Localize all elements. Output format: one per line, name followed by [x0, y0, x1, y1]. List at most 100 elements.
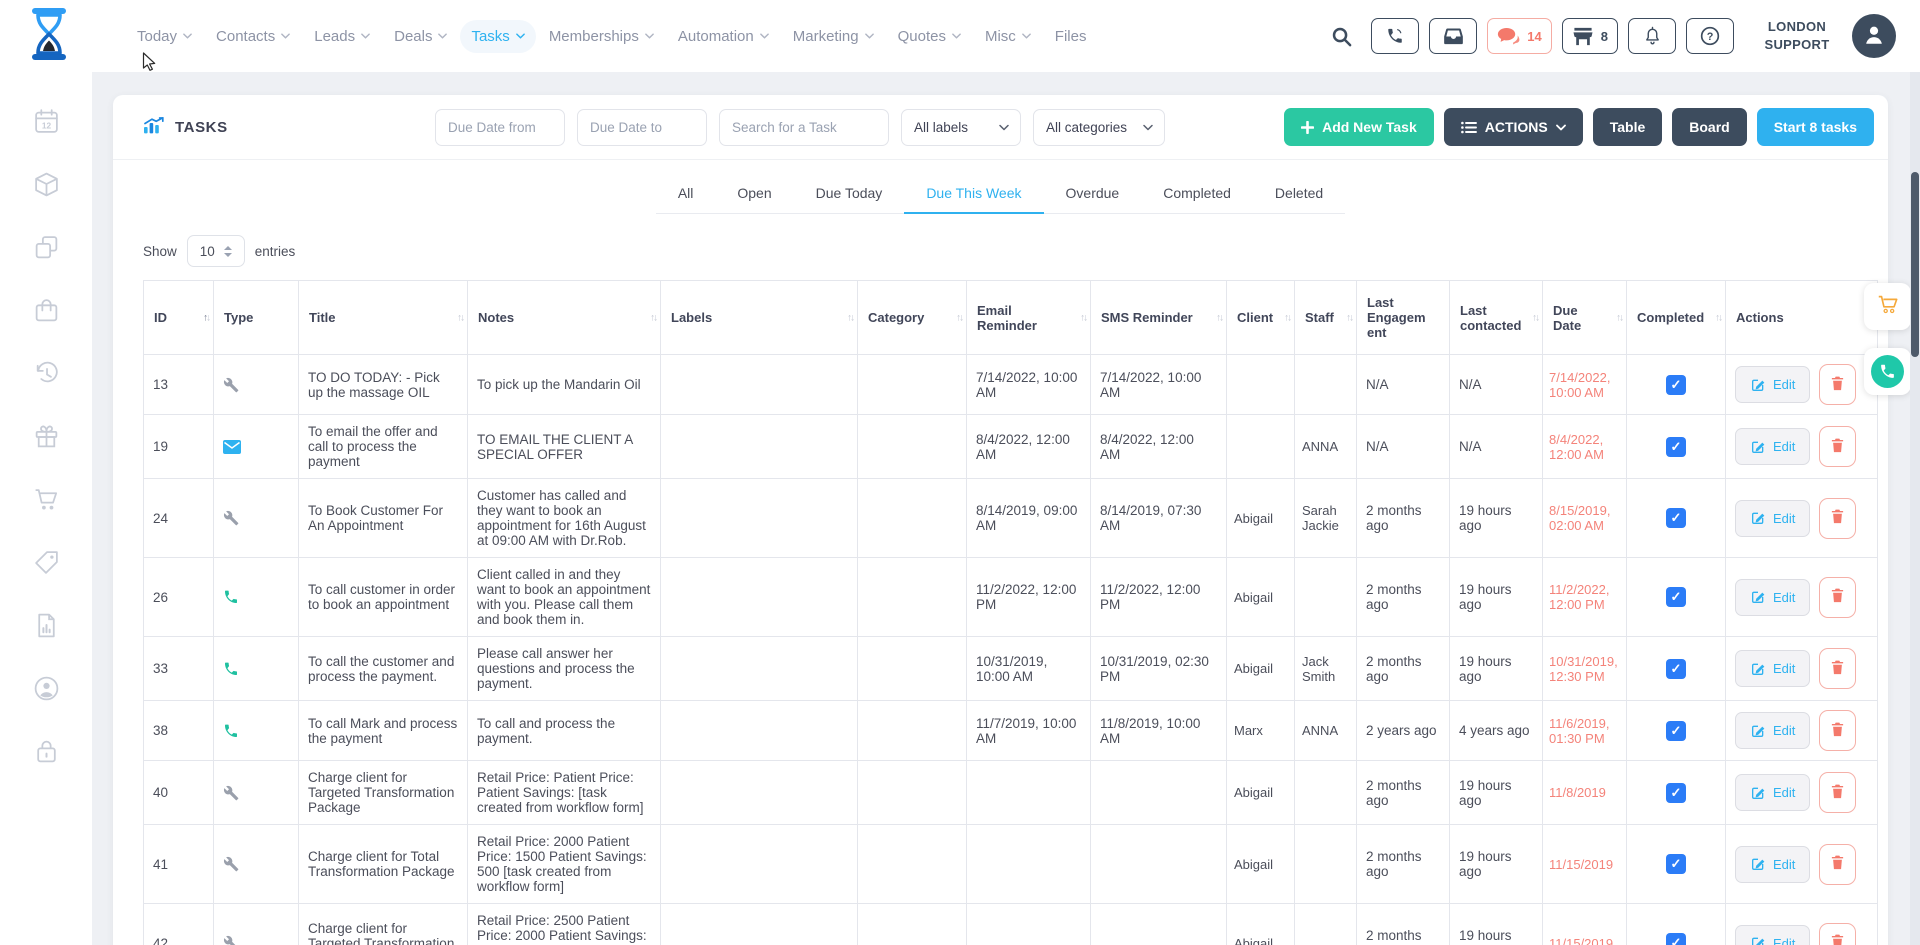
column-header-due_date[interactable]: Due Date↑↓: [1543, 281, 1627, 355]
delete-button[interactable]: [1819, 364, 1856, 405]
completed-checkbox[interactable]: ✓: [1666, 783, 1686, 803]
delete-button[interactable]: [1819, 844, 1856, 885]
inbox-button[interactable]: [1429, 18, 1477, 54]
sort-icon[interactable]: ↑↓: [650, 312, 656, 323]
sidebar-report-icon[interactable]: [33, 612, 60, 644]
sort-icon[interactable]: ↑↓: [457, 312, 463, 323]
entries-count-select[interactable]: 10: [187, 235, 245, 267]
due-date-to-input[interactable]: [577, 109, 707, 146]
board-button[interactable]: Board: [1672, 108, 1746, 146]
completed-checkbox[interactable]: ✓: [1666, 437, 1686, 457]
sidebar-price-tag-icon[interactable]: [33, 549, 60, 581]
delete-button[interactable]: [1819, 648, 1856, 689]
labels-select[interactable]: All labels: [901, 109, 1021, 146]
column-header-last_contacted[interactable]: Last contacted↑↓: [1450, 281, 1543, 355]
task-search-input[interactable]: [719, 109, 889, 146]
completed-checkbox[interactable]: ✓: [1666, 854, 1686, 874]
column-header-actions[interactable]: Actions↑↓: [1726, 281, 1878, 355]
edit-button[interactable]: Edit: [1735, 846, 1810, 883]
scrollbar-thumb[interactable]: [1911, 172, 1919, 357]
column-header-category[interactable]: Category↑↓: [858, 281, 967, 355]
nav-item-deals[interactable]: Deals: [383, 20, 458, 53]
floating-cart-button[interactable]: [1864, 283, 1911, 330]
edit-button[interactable]: Edit: [1735, 925, 1810, 945]
actions-button[interactable]: ACTIONS: [1444, 108, 1583, 146]
avatar[interactable]: [1852, 14, 1896, 58]
edit-button[interactable]: Edit: [1735, 712, 1810, 749]
column-header-completed[interactable]: Completed↑↓: [1627, 281, 1726, 355]
nav-item-quotes[interactable]: Quotes: [887, 20, 972, 53]
column-header-client[interactable]: Client↑↓: [1227, 281, 1295, 355]
delete-button[interactable]: [1819, 577, 1856, 618]
add-new-task-button[interactable]: Add New Task: [1284, 108, 1434, 146]
nav-item-today[interactable]: Today: [126, 20, 203, 53]
help-button[interactable]: ?: [1686, 18, 1734, 54]
delete-button[interactable]: [1819, 710, 1856, 751]
sort-icon[interactable]: ↑↓: [203, 312, 209, 323]
tab-overdue[interactable]: Overdue: [1044, 175, 1142, 213]
sidebar-package-icon[interactable]: [33, 171, 60, 203]
sidebar-history-icon[interactable]: [33, 360, 60, 392]
page-scrollbar[interactable]: [1910, 72, 1920, 945]
sort-icon[interactable]: ↑↓: [1715, 312, 1721, 323]
chat-button[interactable]: 14: [1487, 18, 1551, 54]
tab-completed[interactable]: Completed: [1141, 175, 1253, 213]
completed-checkbox[interactable]: ✓: [1666, 508, 1686, 528]
edit-button[interactable]: Edit: [1735, 366, 1810, 403]
column-header-last_engagement[interactable]: Last Engagement: [1357, 281, 1450, 355]
column-header-type[interactable]: Type: [214, 281, 299, 355]
start-8-tasks-button[interactable]: Start 8 tasks: [1757, 108, 1874, 146]
nav-item-marketing[interactable]: Marketing: [782, 20, 885, 53]
edit-button[interactable]: Edit: [1735, 500, 1810, 537]
column-header-id[interactable]: ID↑↓: [144, 281, 214, 355]
sidebar-gift-icon[interactable]: [33, 423, 60, 455]
sidebar-user-circle-icon[interactable]: [33, 675, 60, 707]
edit-button[interactable]: Edit: [1735, 428, 1810, 465]
floating-phone-button[interactable]: [1864, 348, 1911, 395]
column-header-labels[interactable]: Labels↑↓: [661, 281, 858, 355]
nav-item-memberships[interactable]: Memberships: [538, 20, 665, 53]
completed-checkbox[interactable]: ✓: [1666, 721, 1686, 741]
edit-button[interactable]: Edit: [1735, 579, 1810, 616]
completed-checkbox[interactable]: ✓: [1666, 587, 1686, 607]
bell-button[interactable]: [1628, 18, 1676, 54]
nav-item-contacts[interactable]: Contacts: [205, 20, 301, 53]
completed-checkbox[interactable]: ✓: [1666, 659, 1686, 679]
sort-icon[interactable]: ↑↓: [1080, 312, 1086, 323]
table-button[interactable]: Table: [1593, 108, 1663, 146]
column-header-title[interactable]: Title↑↓: [299, 281, 468, 355]
app-logo[interactable]: [26, 8, 72, 65]
column-header-notes[interactable]: Notes↑↓: [468, 281, 661, 355]
nav-item-misc[interactable]: Misc: [974, 20, 1042, 53]
search-icon[interactable]: [1330, 25, 1353, 48]
column-header-email_reminder[interactable]: Email Reminder↑↓: [967, 281, 1091, 355]
categories-select[interactable]: All categories: [1033, 109, 1165, 146]
edit-button[interactable]: Edit: [1735, 650, 1810, 687]
edit-button[interactable]: Edit: [1735, 774, 1810, 811]
nav-item-leads[interactable]: Leads: [303, 20, 381, 53]
sidebar-lock-icon[interactable]: [33, 738, 60, 770]
tab-all[interactable]: All: [656, 175, 716, 213]
nav-item-files[interactable]: Files: [1044, 20, 1098, 53]
phone-call-button[interactable]: [1371, 18, 1419, 54]
tab-due-today[interactable]: Due Today: [794, 175, 905, 213]
sort-icon[interactable]: ↑↓: [1216, 312, 1222, 323]
sidebar-cart-icon[interactable]: [33, 486, 60, 518]
due-date-from-input[interactable]: [435, 109, 565, 146]
sidebar-basket-icon[interactable]: [33, 297, 60, 329]
sidebar-calendar-12-icon[interactable]: 12: [33, 108, 60, 140]
sort-icon[interactable]: ↑↓: [1532, 312, 1538, 323]
delete-button[interactable]: [1819, 498, 1856, 539]
completed-checkbox[interactable]: ✓: [1666, 375, 1686, 395]
delete-button[interactable]: [1819, 772, 1856, 813]
sort-icon[interactable]: ↑↓: [1346, 312, 1352, 323]
tab-deleted[interactable]: Deleted: [1253, 175, 1345, 213]
nav-item-tasks[interactable]: Tasks: [460, 20, 535, 53]
delete-button[interactable]: [1819, 923, 1856, 945]
tab-due-this-week[interactable]: Due This Week: [904, 175, 1043, 213]
delete-button[interactable]: [1819, 426, 1856, 467]
sort-icon[interactable]: ↑↓: [956, 312, 962, 323]
column-header-staff[interactable]: Staff↑↓: [1295, 281, 1357, 355]
store-button[interactable]: 8: [1562, 18, 1618, 54]
completed-checkbox[interactable]: ✓: [1666, 933, 1686, 945]
